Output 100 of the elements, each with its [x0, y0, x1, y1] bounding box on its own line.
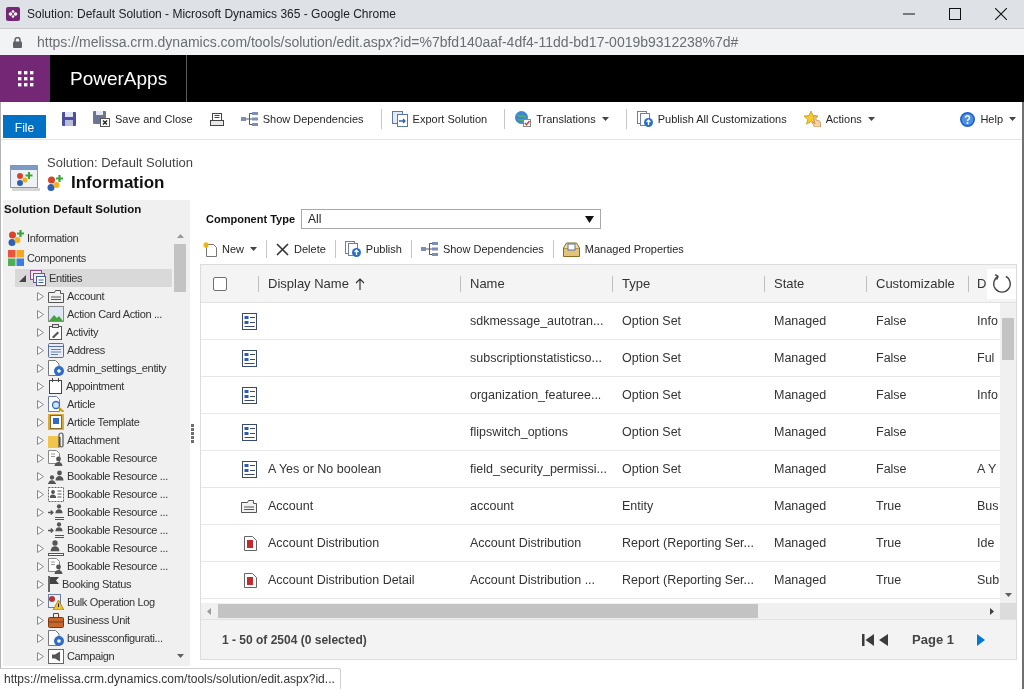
tree-item[interactable]: Business Unit — [33, 611, 133, 629]
stacked-forms-icon — [30, 270, 46, 286]
column-header[interactable]: Display Name — [258, 265, 460, 302]
tree-item[interactable]: businessconfigurati... — [33, 629, 166, 647]
horizontal-scrollbar[interactable] — [201, 603, 1016, 619]
new-button[interactable]: New — [200, 238, 260, 260]
scrollbar-thumb[interactable] — [218, 604, 758, 618]
url-text: https://melissa.crm.dynamics.com/tools/solution/edit.aspx?id=%7bfd140aaf-4df4-11dd-bd17-0019b9312238%7d# — [37, 34, 739, 50]
column-header[interactable]: Type — [612, 265, 764, 302]
collapsed-arrow-icon[interactable] — [37, 579, 45, 589]
column-header[interactable]: D — [968, 265, 987, 302]
table-cell: Managed — [774, 314, 827, 328]
tree-item[interactable]: Bookable Resource ... — [33, 503, 171, 521]
page-title: Information — [71, 173, 165, 193]
table-cell: field_security_permissi... — [470, 462, 607, 476]
collapsed-arrow-icon[interactable] — [37, 363, 45, 373]
table-cell: Option Set — [622, 462, 682, 476]
column-header[interactable]: Name — [460, 265, 612, 302]
tree-item[interactable]: Address — [33, 341, 108, 359]
tree-item[interactable]: Action Card Action ... — [33, 305, 166, 323]
tree-item[interactable]: Booking Status — [33, 575, 135, 593]
actions-button[interactable]: Actions — [800, 108, 878, 130]
show-dependencies-button[interactable]: Show Dependencies — [237, 108, 367, 130]
scroll-down-arrow-icon[interactable] — [176, 654, 184, 658]
help-button[interactable]: Help — [957, 108, 1019, 130]
tree-item[interactable]: Campaign — [33, 647, 118, 665]
table-cell: True — [876, 499, 902, 513]
printer-icon — [209, 112, 224, 126]
tree-item[interactable]: Bookable Resource ... — [33, 539, 171, 557]
tree-item[interactable]: Activity — [33, 323, 102, 341]
documents-arrow-icon — [391, 111, 408, 127]
component-type-select[interactable]: All — [301, 209, 601, 229]
collapsed-arrow-icon[interactable] — [37, 597, 45, 607]
collapsed-arrow-icon[interactable] — [37, 435, 45, 445]
managed-properties-button[interactable]: Managed Properties — [559, 238, 687, 260]
scrollbar-thumb[interactable] — [1002, 318, 1014, 360]
tree-item[interactable]: Bookable Resource ... — [33, 467, 171, 485]
tree-item[interactable]: Bookable Resource — [33, 449, 161, 467]
scroll-left-arrow-icon[interactable] — [207, 607, 211, 615]
tree-item[interactable]: Bookable Resource ... — [33, 485, 171, 503]
tree-item[interactable]: Account — [33, 287, 108, 305]
show-dependencies-button[interactable]: Show Dependencies — [417, 238, 547, 260]
tree-item[interactable]: Entities — [15, 269, 172, 287]
collapsed-arrow-icon[interactable] — [37, 507, 45, 517]
vertical-scrollbar[interactable] — [1000, 303, 1016, 603]
scrollbar-thumb[interactable] — [174, 244, 186, 292]
export-button[interactable]: Export Solution — [388, 108, 491, 130]
table-cell: Managed — [774, 536, 827, 550]
column-header[interactable]: State — [764, 265, 866, 302]
collapsed-arrow-icon[interactable] — [37, 327, 45, 337]
collapsed-arrow-icon[interactable] — [37, 345, 45, 355]
tree-item[interactable]: admin_settings_entity — [33, 359, 170, 377]
hierarchy-icon — [240, 112, 258, 126]
tree-item[interactable]: Bookable Resource ... — [33, 521, 171, 539]
documents-upload-icon — [344, 241, 361, 257]
collapsed-arrow-icon[interactable] — [37, 561, 45, 571]
publish-button[interactable]: Publish All Customizations — [633, 108, 790, 130]
collapsed-arrow-icon[interactable] — [37, 651, 45, 661]
collapsed-arrow-icon[interactable] — [37, 417, 45, 427]
expanded-arrow-icon[interactable] — [19, 273, 27, 283]
collapsed-arrow-icon[interactable] — [37, 633, 45, 643]
collapsed-arrow-icon[interactable] — [37, 309, 45, 319]
table-cell: Managed — [774, 499, 827, 513]
collapsed-arrow-icon[interactable] — [37, 615, 45, 625]
file-button[interactable]: File — [3, 115, 46, 138]
publish-button[interactable]: Publish — [341, 238, 405, 260]
table-cell: Report (Reporting Ser... — [622, 573, 754, 587]
table-cell: flipswitch_options — [470, 425, 568, 439]
scroll-right-arrow-icon[interactable] — [990, 607, 994, 615]
tree-item[interactable]: Bulk Operation Log — [33, 593, 158, 611]
app-launcher-icon[interactable] — [0, 55, 50, 102]
collapsed-arrow-icon[interactable] — [37, 543, 45, 553]
tree-item[interactable]: Article Template — [33, 413, 143, 431]
collapsed-arrow-icon[interactable] — [37, 381, 45, 391]
splitter-grip-icon[interactable] — [191, 423, 194, 443]
table-cell: Ide — [977, 536, 995, 550]
collapsed-arrow-icon[interactable] — [37, 489, 45, 499]
scroll-up-arrow-icon[interactable] — [176, 234, 184, 238]
app-title: PowerApps — [70, 67, 168, 90]
tree-item[interactable]: Attachment — [33, 431, 123, 449]
tree-item[interactable]: Components — [3, 249, 89, 267]
tree-item[interactable]: Article — [33, 395, 99, 413]
tree-item[interactable]: Appointment — [33, 377, 127, 395]
molecule-icon — [47, 175, 63, 191]
collapsed-arrow-icon[interactable] — [37, 399, 45, 409]
collapsed-arrow-icon[interactable] — [37, 453, 45, 463]
delete-button[interactable]: Delete — [273, 238, 329, 260]
translations-button[interactable]: Translations — [512, 108, 612, 130]
collapsed-arrow-icon[interactable] — [37, 471, 45, 481]
next-page-icon[interactable] — [977, 633, 985, 646]
scroll-down-arrow-icon[interactable] — [1004, 593, 1012, 597]
person-icon — [48, 540, 64, 556]
collapsed-arrow-icon[interactable] — [37, 525, 45, 535]
column-header[interactable]: Customizable — [866, 265, 968, 302]
select-all-checkbox[interactable] — [213, 276, 227, 291]
refresh-button[interactable] — [987, 269, 1016, 299]
collapsed-arrow-icon[interactable] — [37, 291, 45, 301]
tree-item[interactable]: Information — [3, 229, 82, 247]
save-close-button[interactable]: Save and Close — [90, 108, 196, 130]
tree-item[interactable]: Bookable Resource ... — [33, 557, 171, 575]
